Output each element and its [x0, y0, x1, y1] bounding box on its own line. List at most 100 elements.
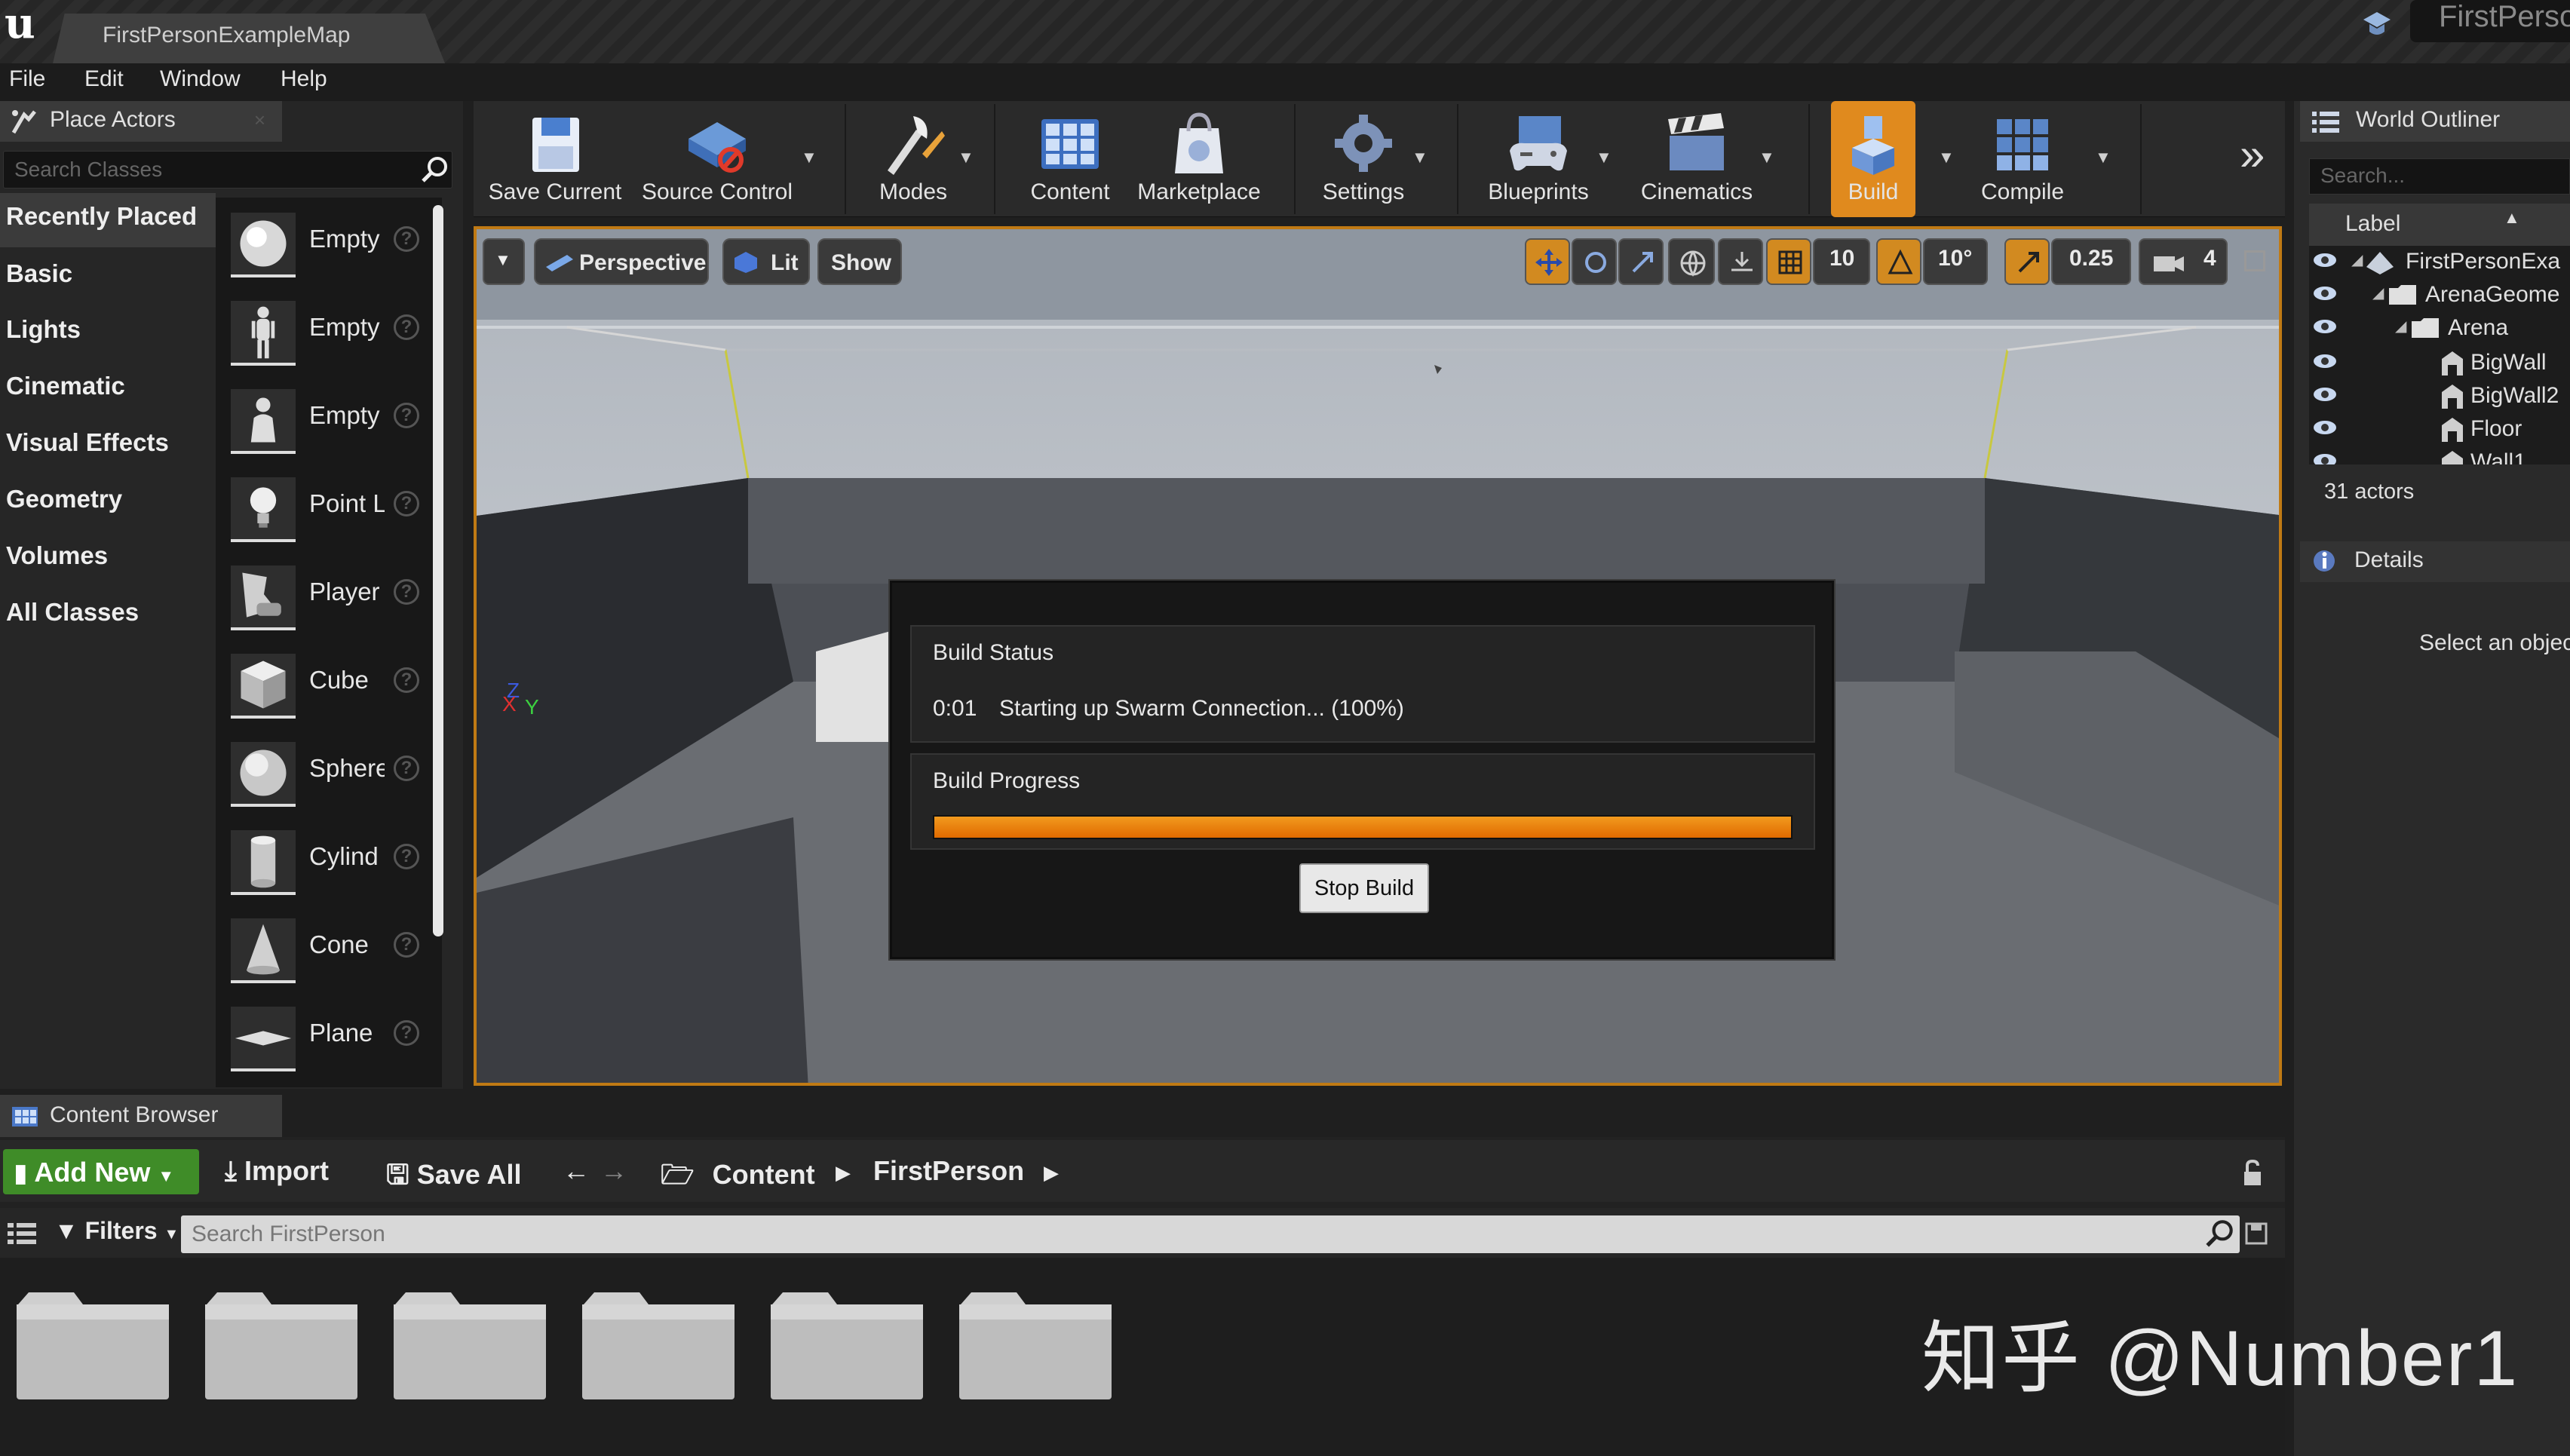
category-recently-placed[interactable]: Recently Placed [0, 193, 216, 247]
expand-arrow-icon[interactable]: ◢ [2395, 317, 2406, 336]
save-all-button[interactable]: 🖫 Save All [386, 1155, 521, 1201]
content-button[interactable]: Content [1011, 101, 1130, 217]
place-actors-tab[interactable]: Place Actors × [0, 101, 282, 142]
expand-arrow-icon[interactable]: ◢ [2351, 250, 2363, 269]
lock-icon[interactable] [2241, 1158, 2267, 1188]
actor-list-scrollbar[interactable] [433, 205, 443, 936]
actor-item-sphere[interactable]: Sphere ? [223, 734, 431, 810]
help-icon[interactable]: ? [394, 226, 419, 252]
toolbar-overflow-icon[interactable]: » [2240, 128, 2265, 180]
outliner-item-actor[interactable]: BigWall [2309, 347, 2570, 380]
rotation-snap-value[interactable]: 10° [1923, 238, 1988, 285]
visibility-eye-icon[interactable] [2312, 353, 2338, 369]
folder-icon[interactable] [768, 1289, 926, 1402]
outliner-item-map[interactable]: ◢ FirstPersonExa [2309, 246, 2570, 279]
menu-file[interactable]: File [9, 66, 45, 92]
outliner-item-folder[interactable]: ◢ Arena [2309, 312, 2570, 345]
search-classes-input[interactable]: Search Classes [3, 151, 452, 189]
visibility-eye-icon[interactable] [2312, 452, 2338, 464]
actor-item-empty-character[interactable]: Empty ? [223, 293, 431, 369]
actor-item-plane[interactable]: Plane ? [223, 999, 431, 1074]
help-icon[interactable]: ? [394, 1020, 419, 1046]
marketplace-button[interactable]: Marketplace [1131, 101, 1267, 217]
help-icon[interactable]: ? [394, 491, 419, 516]
help-icon[interactable]: ? [394, 844, 419, 869]
world-outliner-tab[interactable]: World Outliner [2300, 101, 2570, 142]
category-volumes[interactable]: Volumes [0, 532, 216, 587]
surface-snap-button[interactable] [1718, 238, 1763, 285]
folder-icon[interactable] [579, 1289, 738, 1402]
actor-item-cube[interactable]: Cube ? [223, 646, 431, 722]
expand-arrow-icon[interactable]: ◢ [2372, 284, 2384, 302]
perspective-button[interactable]: Perspective [534, 238, 709, 285]
compile-button[interactable]: Compile [1961, 101, 2084, 217]
actor-item-cone[interactable]: Cone ? [223, 911, 431, 986]
camera-speed-button[interactable]: 4 [2139, 238, 2228, 285]
search-icon[interactable] [419, 154, 451, 185]
modes-dropdown-icon[interactable]: ▼ [958, 148, 974, 167]
blueprints-dropdown-icon[interactable]: ▼ [1596, 148, 1612, 167]
folder-icon[interactable] [956, 1289, 1115, 1402]
category-all-classes[interactable]: All Classes [0, 589, 216, 643]
outliner-search-input[interactable]: Search... [2309, 158, 2570, 195]
visibility-eye-icon[interactable] [2312, 386, 2338, 403]
cinematics-button[interactable]: Cinematics [1633, 101, 1760, 217]
filters-button[interactable]: ▼ Filters ▼ [54, 1217, 179, 1245]
stop-build-button[interactable]: Stop Build [1299, 863, 1429, 913]
help-icon[interactable]: ? [394, 314, 419, 340]
breadcrumb-separator-icon[interactable]: ▶ [836, 1161, 851, 1185]
grid-snap-value[interactable]: 10 [1813, 238, 1870, 285]
outliner-item-actor[interactable]: BigWall2 [2309, 380, 2570, 413]
unreal-logo-icon[interactable]: u [5, 2, 48, 45]
visibility-eye-icon[interactable] [2312, 285, 2338, 302]
scale-mode-button[interactable] [1618, 238, 1664, 285]
search-icon[interactable] [2204, 1217, 2237, 1250]
menu-help[interactable]: Help [281, 66, 327, 92]
help-icon[interactable]: ? [394, 667, 419, 693]
scale-snap-value[interactable]: 0.25 [2051, 238, 2131, 285]
category-visual-effects[interactable]: Visual Effects [0, 419, 216, 474]
rotation-snap-toggle[interactable] [1876, 238, 1921, 285]
history-forward-button[interactable]: → [600, 1155, 627, 1187]
rotate-mode-button[interactable] [1572, 238, 1617, 285]
build-dropdown-icon[interactable]: ▼ [1938, 148, 1955, 167]
content-browser-tab[interactable]: Content Browser [0, 1095, 282, 1137]
compile-dropdown-icon[interactable]: ▼ [2095, 148, 2112, 167]
category-cinematic[interactable]: Cinematic [0, 363, 216, 417]
sources-panel-icon[interactable] [6, 1220, 38, 1247]
help-icon[interactable]: ? [394, 756, 419, 781]
folder-icon[interactable] [14, 1289, 172, 1402]
sort-ascending-icon[interactable]: ▲ [2504, 208, 2520, 228]
category-basic[interactable]: Basic [0, 250, 216, 305]
modes-button[interactable]: Modes [860, 101, 967, 217]
breadcrumb-content[interactable]: 🗁 Content [661, 1155, 815, 1201]
close-icon[interactable]: × [254, 109, 265, 132]
actor-item-point-light[interactable]: Point L ? [223, 470, 431, 545]
help-icon[interactable]: ? [394, 579, 419, 605]
category-geometry[interactable]: Geometry [0, 476, 216, 530]
folder-icon[interactable] [391, 1289, 549, 1402]
menu-window[interactable]: Window [160, 66, 241, 92]
import-button[interactable]: ⤓ Import [225, 1155, 329, 1188]
visibility-eye-icon[interactable] [2312, 318, 2338, 335]
help-icon[interactable]: ? [394, 932, 419, 958]
breadcrumb-firstperson[interactable]: FirstPerson [873, 1155, 1024, 1187]
settings-dropdown-icon[interactable]: ▼ [1412, 148, 1428, 167]
cinematics-dropdown-icon[interactable]: ▼ [1759, 148, 1775, 167]
world-local-button[interactable] [1668, 238, 1715, 285]
outliner-column-header[interactable]: Label ▲ [2309, 204, 2570, 246]
outliner-item-folder[interactable]: ◢ ArenaGeome [2309, 279, 2570, 312]
source-control-dropdown-icon[interactable]: ▼ [801, 148, 817, 167]
folder-icon[interactable] [202, 1289, 360, 1402]
menu-edit[interactable]: Edit [84, 66, 124, 92]
actor-item-player-start[interactable]: Player ? [223, 558, 431, 633]
viewport-options-button[interactable]: ▼ [483, 238, 525, 285]
content-search-input[interactable]: Search FirstPerson [181, 1215, 2240, 1253]
actor-item-empty-pawn[interactable]: Empty ? [223, 382, 431, 457]
translate-mode-button[interactable] [1525, 238, 1570, 285]
blueprints-button[interactable]: Blueprints [1472, 101, 1605, 217]
scale-snap-toggle[interactable] [2004, 238, 2050, 285]
show-button[interactable]: Show [817, 238, 902, 285]
breadcrumb-separator-icon[interactable]: ▶ [1044, 1161, 1059, 1185]
map-tab[interactable]: FirstPersonExampleMap [53, 14, 445, 63]
